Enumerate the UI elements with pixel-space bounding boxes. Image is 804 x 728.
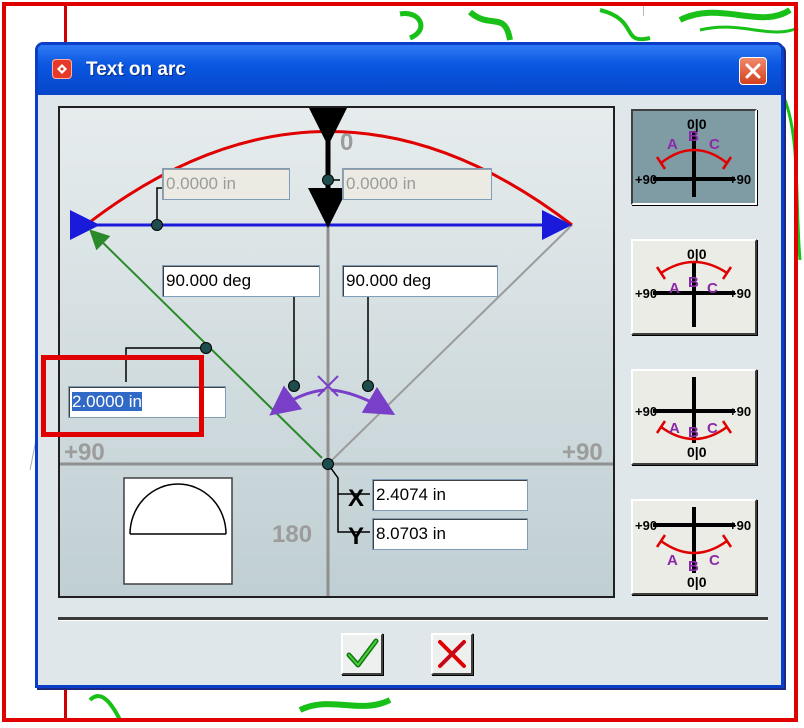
footer-divider (58, 617, 768, 621)
svg-text:+90: +90 (635, 172, 657, 187)
app-logo-icon (52, 59, 72, 79)
svg-text:A: A (669, 280, 680, 297)
left-angle-field[interactable]: 90.000 deg (162, 265, 320, 297)
svg-text:B: B (688, 128, 699, 145)
arc-shape-preview (123, 477, 233, 585)
background-divider (643, 2, 644, 16)
svg-text:+90: +90 (635, 518, 657, 533)
radius-field[interactable]: 2.0000 in (68, 386, 226, 418)
red-x-icon (438, 640, 466, 668)
radius-handle[interactable] (200, 342, 212, 354)
layout-button-below-outside[interactable]: A B C +90 +90 0|0 (631, 499, 757, 595)
window-title: Text on arc (86, 59, 186, 80)
svg-text:B: B (688, 558, 699, 575)
left-angle-handle[interactable] (288, 380, 300, 392)
left-height-field[interactable]: 0.0000 in (162, 168, 290, 200)
x-position-field[interactable]: 2.4074 in (372, 479, 528, 511)
bottom-angle-label: 180 (272, 521, 312, 548)
checkmark-icon (346, 638, 379, 668)
origin-handle[interactable] (322, 458, 334, 470)
right-angle-field[interactable]: 90.000 deg (342, 265, 498, 297)
svg-text:+90: +90 (729, 518, 751, 533)
radius-field-selected-text: 2.0000 in (72, 392, 142, 411)
y-position-field[interactable]: 8.0703 in (372, 518, 528, 550)
svg-text:+90: +90 (729, 172, 751, 187)
svg-text:B: B (688, 424, 699, 441)
svg-text:C: C (707, 280, 718, 297)
title-bar[interactable]: Text on arc (38, 45, 781, 95)
svg-text:0|0: 0|0 (687, 574, 707, 590)
svg-text:B: B (688, 274, 699, 291)
y-label: Y (348, 523, 364, 550)
top-angle-label: 0 (340, 129, 353, 156)
left-angle-arc (269, 385, 326, 416)
svg-text:0|0: 0|0 (687, 444, 707, 460)
svg-text:C: C (709, 136, 720, 153)
svg-text:+90: +90 (635, 286, 657, 301)
x-label: X (348, 485, 364, 512)
svg-text:+90: +90 (729, 286, 751, 301)
svg-text:+90: +90 (635, 404, 657, 419)
cancel-button[interactable] (431, 633, 473, 675)
svg-text:0|0: 0|0 (687, 246, 707, 262)
svg-text:A: A (667, 136, 678, 153)
text-on-arc-dialog: Text on arc 0 +90 +90 180 X Y 0.0000 in … (35, 42, 784, 688)
left-angle-label: +90 (64, 439, 105, 466)
chord-handle[interactable] (151, 219, 163, 231)
arc-editor-canvas: 0 +90 +90 180 X Y 0.0000 in 0.0000 in 90… (58, 106, 615, 598)
ok-button[interactable] (341, 633, 383, 675)
right-height-field[interactable]: 0.0000 in (342, 168, 492, 200)
right-angle-handle[interactable] (362, 380, 374, 392)
right-angle-label: +90 (562, 439, 603, 466)
close-button[interactable] (739, 57, 767, 85)
svg-text:C: C (709, 552, 720, 569)
close-icon (745, 63, 761, 79)
svg-text:A: A (667, 552, 678, 569)
svg-text:A: A (669, 420, 680, 437)
right-guide-line (327, 224, 573, 465)
layout-button-above-inside[interactable]: 0|0 A B C +90 +90 (631, 239, 757, 335)
svg-text:+90: +90 (729, 404, 751, 419)
svg-text:C: C (707, 420, 718, 437)
layout-button-above-outside[interactable]: 0|0 A B C +90 +90 (631, 109, 757, 205)
right-angle-arc (330, 386, 396, 416)
height-handle[interactable] (322, 174, 334, 186)
layout-button-below-inside[interactable]: A B C +90 +90 0|0 (631, 369, 757, 465)
